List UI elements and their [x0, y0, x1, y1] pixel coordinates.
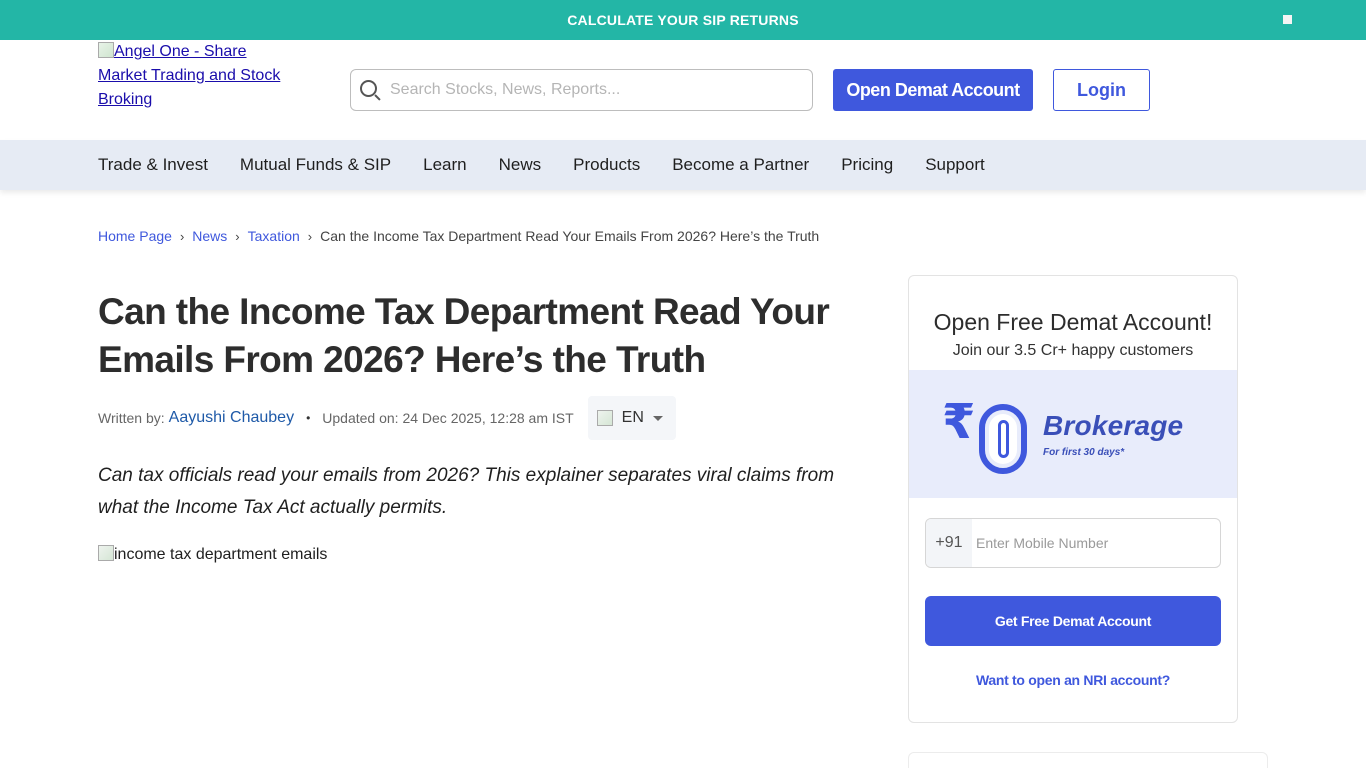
breadcrumb-current: Can the Income Tax Department Read Your … — [320, 228, 820, 244]
banner-subtext: For first 30 days* — [1043, 447, 1125, 458]
article-image-alt: income tax department emails — [114, 546, 328, 563]
nav-item-mutual-funds[interactable]: Mutual Funds & SIP — [240, 155, 391, 175]
written-by-label: Written by: — [98, 410, 165, 426]
rupee-icon: ₹ — [942, 394, 976, 450]
chevron-right-icon: › — [235, 228, 240, 244]
search-box[interactable] — [350, 69, 813, 111]
close-icon[interactable] — [1283, 15, 1292, 24]
article-title: Can the Income Tax Department Read Your … — [98, 291, 830, 380]
separator-dot: • — [306, 411, 311, 425]
broken-image-icon — [98, 42, 114, 58]
nav-item-learn[interactable]: Learn — [423, 155, 466, 175]
flag-icon — [596, 410, 613, 426]
search-icon — [359, 79, 381, 101]
nav-item-pricing[interactable]: Pricing — [841, 155, 893, 175]
broken-image-icon — [98, 545, 114, 561]
breadcrumb-taxation[interactable]: Taxation — [248, 228, 300, 244]
article-summary: Can tax officials read your emails from … — [98, 465, 835, 518]
card-title: Open Free Demat Account! — [933, 309, 1213, 335]
search-input[interactable] — [390, 81, 790, 99]
banner-heading: Brokerage — [1043, 410, 1184, 441]
author-link[interactable]: Aayushi Chaubey — [169, 409, 294, 427]
chevron-down-icon — [652, 415, 663, 421]
calculate-sip-link[interactable]: CALCULATE YOUR SIP RETURNS — [567, 12, 799, 28]
secondary-card — [908, 752, 1268, 768]
mobile-number-input[interactable] — [972, 535, 1212, 551]
mobile-number-field[interactable]: +91 — [925, 518, 1221, 568]
language-code: EN — [621, 409, 644, 426]
nri-account-link[interactable]: Want to open an NRI account? — [909, 672, 1237, 688]
updated-date: Updated on: 24 Dec 2025, 12:28 am IST — [322, 410, 574, 426]
nav-item-news[interactable]: News — [499, 155, 542, 175]
login-button[interactable]: Login — [1053, 69, 1150, 111]
card-subtitle: Join our 3.5 Cr+ happy customers — [952, 342, 1194, 359]
breadcrumb-news[interactable]: News — [192, 228, 227, 244]
logo-link[interactable]: Angel One - Share Market Trading and Sto… — [98, 40, 298, 112]
nav-item-products[interactable]: Products — [573, 155, 640, 175]
zero-graphic — [979, 404, 1027, 474]
demat-signup-card: Open Free Demat Account! Join our 3.5 Cr… — [908, 275, 1238, 723]
breadcrumb-home[interactable]: Home Page — [98, 228, 172, 244]
nav-item-become-partner[interactable]: Become a Partner — [672, 155, 809, 175]
logo-alt-text: Angel One - Share Market Trading and Sto… — [98, 43, 281, 108]
breadcrumb: Home Page › News › Taxation › Can the In… — [98, 228, 819, 244]
get-free-demat-button[interactable]: Get Free Demat Account — [925, 596, 1221, 646]
chevron-right-icon: › — [307, 228, 313, 244]
nav-item-trade-invest[interactable]: Trade & Invest — [98, 155, 208, 175]
nav-item-support[interactable]: Support — [925, 155, 985, 175]
chevron-right-icon: › — [179, 228, 185, 244]
open-demat-account-button[interactable]: Open Demat Account — [833, 69, 1033, 111]
article-meta: Written by: Aayushi Chaubey • Updated on… — [98, 396, 676, 440]
main-nav: Trade & Invest Mutual Funds & SIP Learn … — [0, 140, 1366, 190]
site-header: Angel One - Share Market Trading and Sto… — [0, 40, 1366, 140]
promo-bar: CALCULATE YOUR SIP RETURNS — [0, 0, 1366, 40]
zero-brokerage-banner: ₹ Brokerage For first 30 days* — [909, 370, 1237, 498]
article-image: income tax department emails — [98, 545, 327, 564]
country-code: +91 — [926, 519, 972, 567]
language-selector[interactable]: EN — [587, 396, 676, 440]
